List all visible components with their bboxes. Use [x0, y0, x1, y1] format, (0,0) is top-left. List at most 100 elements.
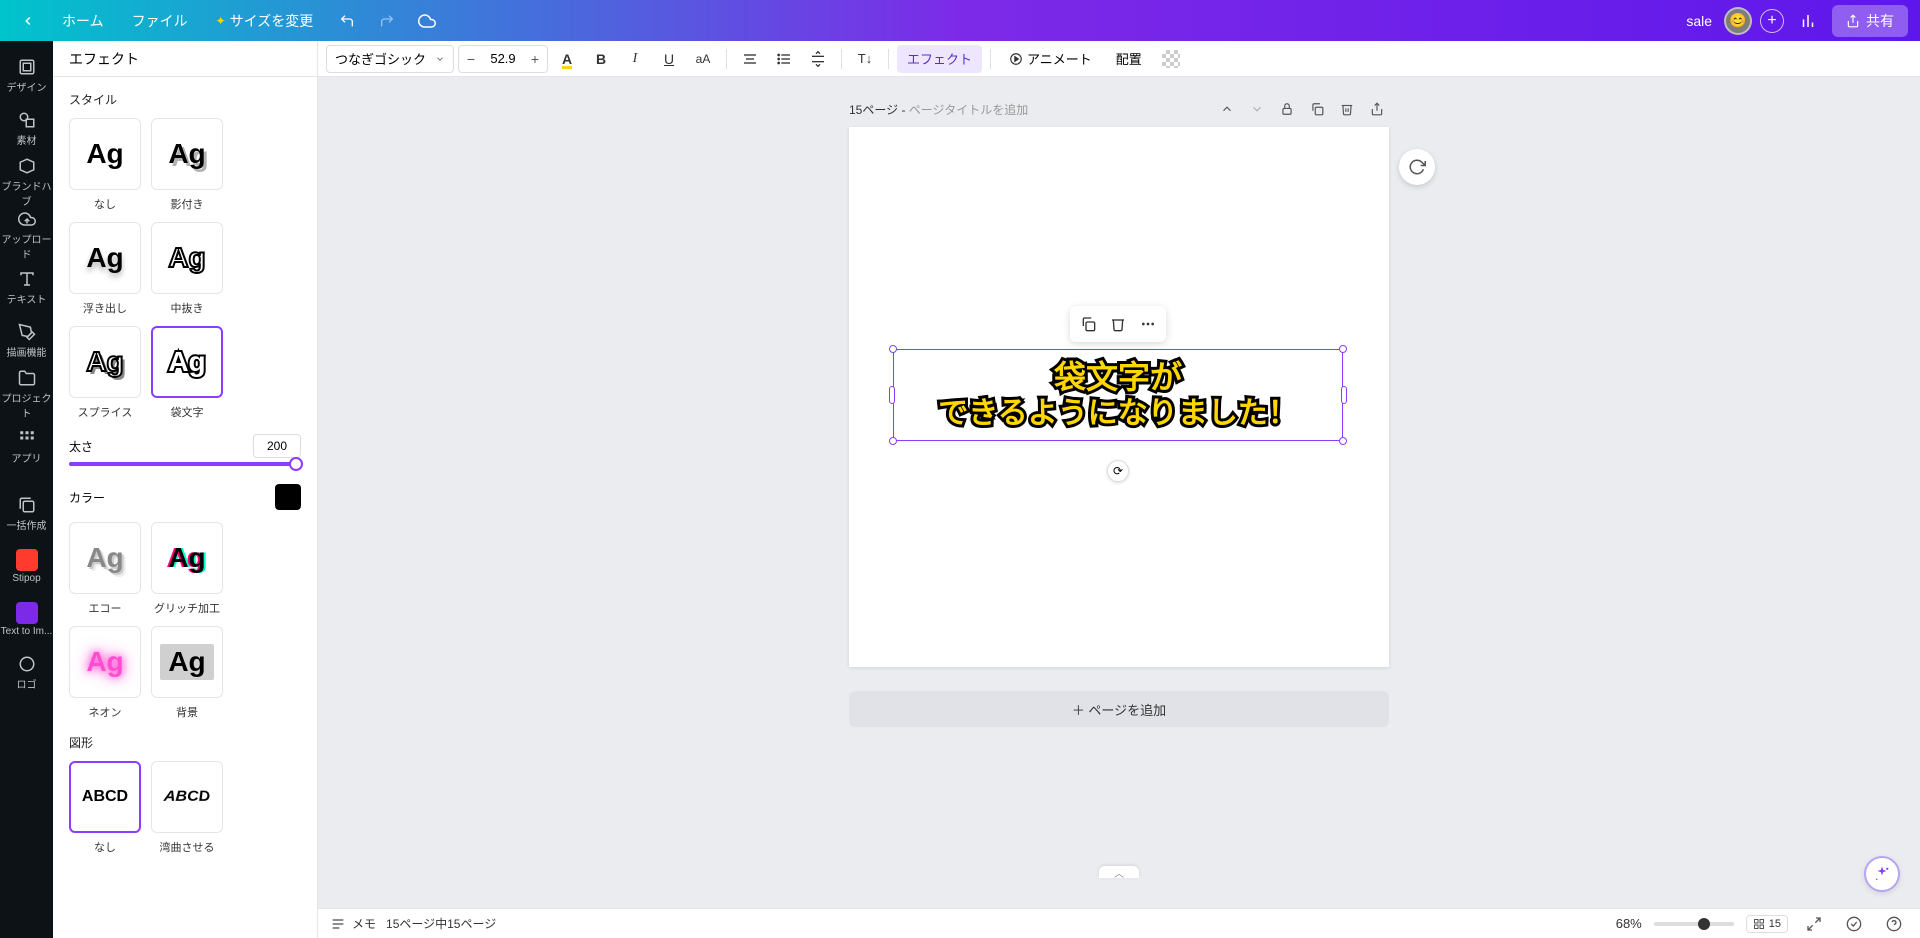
- style-background[interactable]: Ag: [151, 626, 223, 698]
- page-title[interactable]: 15ページ - ページタイトルを追加: [849, 101, 1028, 118]
- notes-icon: [330, 916, 346, 932]
- file-button[interactable]: ファイル: [122, 5, 198, 37]
- style-lift[interactable]: Ag: [69, 222, 141, 294]
- align-button[interactable]: [735, 45, 765, 73]
- header-right: sale 😊 + 共有: [1686, 5, 1908, 37]
- resize-button[interactable]: ✦ サイズを変更: [206, 5, 324, 37]
- text-color-button[interactable]: A: [552, 45, 582, 73]
- rail-draw[interactable]: 描画機能: [0, 314, 53, 367]
- shape-none[interactable]: ABCD: [69, 761, 141, 833]
- rail-brandhub[interactable]: ブランドハブ: [0, 155, 53, 208]
- rail-project[interactable]: プロジェクト: [0, 367, 53, 420]
- list-button[interactable]: [769, 45, 799, 73]
- resize-handle-se[interactable]: [1339, 437, 1347, 445]
- add-page-button[interactable]: ＋ ページを追加: [849, 691, 1389, 727]
- rail-upload[interactable]: アップロード: [0, 208, 53, 261]
- delete-element-button[interactable]: [1104, 310, 1132, 338]
- rail-elements[interactable]: 素材: [0, 102, 53, 155]
- effects-button[interactable]: エフェクト: [897, 45, 982, 73]
- fullscreen-button[interactable]: [1800, 910, 1828, 938]
- style-echo[interactable]: Ag: [69, 522, 141, 594]
- rail-text-to-image[interactable]: Text to Im...: [0, 593, 53, 646]
- redo-button[interactable]: [371, 5, 403, 37]
- style-glitch[interactable]: Ag: [151, 522, 223, 594]
- rail-text[interactable]: テキスト: [0, 261, 53, 314]
- style-neon[interactable]: Ag: [69, 626, 141, 698]
- style-none[interactable]: Ag: [69, 118, 141, 190]
- page-down-button[interactable]: [1245, 97, 1269, 121]
- share-page-button[interactable]: [1365, 97, 1389, 121]
- thickness-input[interactable]: [253, 434, 301, 458]
- font-size-input[interactable]: [483, 51, 523, 66]
- zoom-value[interactable]: 68%: [1616, 916, 1642, 931]
- size-minus[interactable]: −: [459, 45, 483, 73]
- color-label: カラー: [69, 489, 105, 506]
- bottom-bar: メモ 15ページ中15ページ 68% 15: [318, 908, 1920, 938]
- resize-handle-ne[interactable]: [1339, 345, 1347, 353]
- canvas-page[interactable]: 袋文字が できるようになりました！ ⟳: [849, 127, 1389, 667]
- resize-handle-sw[interactable]: [889, 437, 897, 445]
- bold-button[interactable]: B: [586, 45, 616, 73]
- bulk-icon: [17, 495, 37, 515]
- more-button[interactable]: [1134, 310, 1162, 338]
- rail-bulk[interactable]: 一括作成: [0, 487, 53, 540]
- style-hollow[interactable]: Ag: [151, 222, 223, 294]
- back-button[interactable]: [12, 5, 44, 37]
- thickness-slider[interactable]: [69, 462, 301, 466]
- zoom-slider-thumb[interactable]: [1698, 918, 1710, 930]
- home-button[interactable]: ホーム: [52, 5, 114, 37]
- cloud-sync-icon[interactable]: [411, 5, 443, 37]
- doc-title[interactable]: sale: [1686, 13, 1712, 29]
- style-outline[interactable]: Ag: [151, 326, 223, 398]
- resize-handle-nw[interactable]: [889, 345, 897, 353]
- page-indicator[interactable]: 15: [1746, 915, 1788, 933]
- shape-curve[interactable]: ABCD: [151, 761, 223, 833]
- copy-button[interactable]: [1074, 310, 1102, 338]
- slider-thumb[interactable]: [289, 457, 303, 471]
- avatar[interactable]: 😊: [1724, 7, 1752, 35]
- position-button[interactable]: 配置: [1106, 45, 1152, 73]
- delete-button[interactable]: [1335, 97, 1359, 121]
- undo-button[interactable]: [331, 5, 363, 37]
- italic-button[interactable]: I: [620, 45, 650, 73]
- rotate-handle[interactable]: ⟳: [1107, 460, 1129, 482]
- style-splice[interactable]: Ag: [69, 326, 141, 398]
- expand-pages-tab[interactable]: ︿: [1099, 866, 1139, 878]
- vertical-text-button[interactable]: T↓: [850, 45, 880, 73]
- add-member-button[interactable]: +: [1760, 9, 1784, 33]
- text-element[interactable]: 袋文字が できるようになりました！ ⟳: [893, 349, 1343, 441]
- color-swatch[interactable]: [275, 484, 301, 510]
- bottom-left: メモ 15ページ中15ページ: [330, 915, 496, 932]
- help-button[interactable]: [1880, 910, 1908, 938]
- canvas-scroll[interactable]: 15ページ - ページタイトルを追加: [318, 77, 1920, 908]
- page-up-button[interactable]: [1215, 97, 1239, 121]
- lock-button[interactable]: [1275, 97, 1299, 121]
- rail-apps[interactable]: アプリ: [0, 420, 53, 473]
- transparency-button[interactable]: [1156, 45, 1186, 73]
- stipop-icon: [16, 549, 38, 571]
- thickness-row: 太さ: [53, 420, 317, 462]
- separator: [726, 49, 727, 69]
- font-dropdown[interactable]: つなぎゴシック: [326, 45, 454, 73]
- analytics-button[interactable]: [1792, 5, 1824, 37]
- magic-fab[interactable]: [1864, 856, 1900, 892]
- notes-button[interactable]: メモ: [330, 915, 376, 932]
- animate-button[interactable]: アニメート: [999, 45, 1102, 73]
- rail-design[interactable]: デザイン: [0, 49, 53, 102]
- spacing-button[interactable]: [803, 45, 833, 73]
- check-button[interactable]: [1840, 910, 1868, 938]
- style-shadow[interactable]: Ag: [151, 118, 223, 190]
- bottom-right: 68% 15: [1616, 910, 1908, 938]
- zoom-slider[interactable]: [1654, 922, 1734, 926]
- crown-icon: ✦: [216, 14, 226, 28]
- rail-logo[interactable]: ロゴ: [0, 646, 53, 699]
- underline-button[interactable]: U: [654, 45, 684, 73]
- duplicate-button[interactable]: [1305, 97, 1329, 121]
- rail-stipop[interactable]: Stipop: [0, 540, 53, 593]
- resize-handle-e[interactable]: [1341, 386, 1347, 404]
- size-plus[interactable]: +: [523, 45, 547, 73]
- share-button[interactable]: 共有: [1832, 5, 1908, 37]
- case-button[interactable]: aA: [688, 45, 718, 73]
- resize-handle-w[interactable]: [889, 386, 895, 404]
- regenerate-button[interactable]: [1399, 149, 1435, 185]
